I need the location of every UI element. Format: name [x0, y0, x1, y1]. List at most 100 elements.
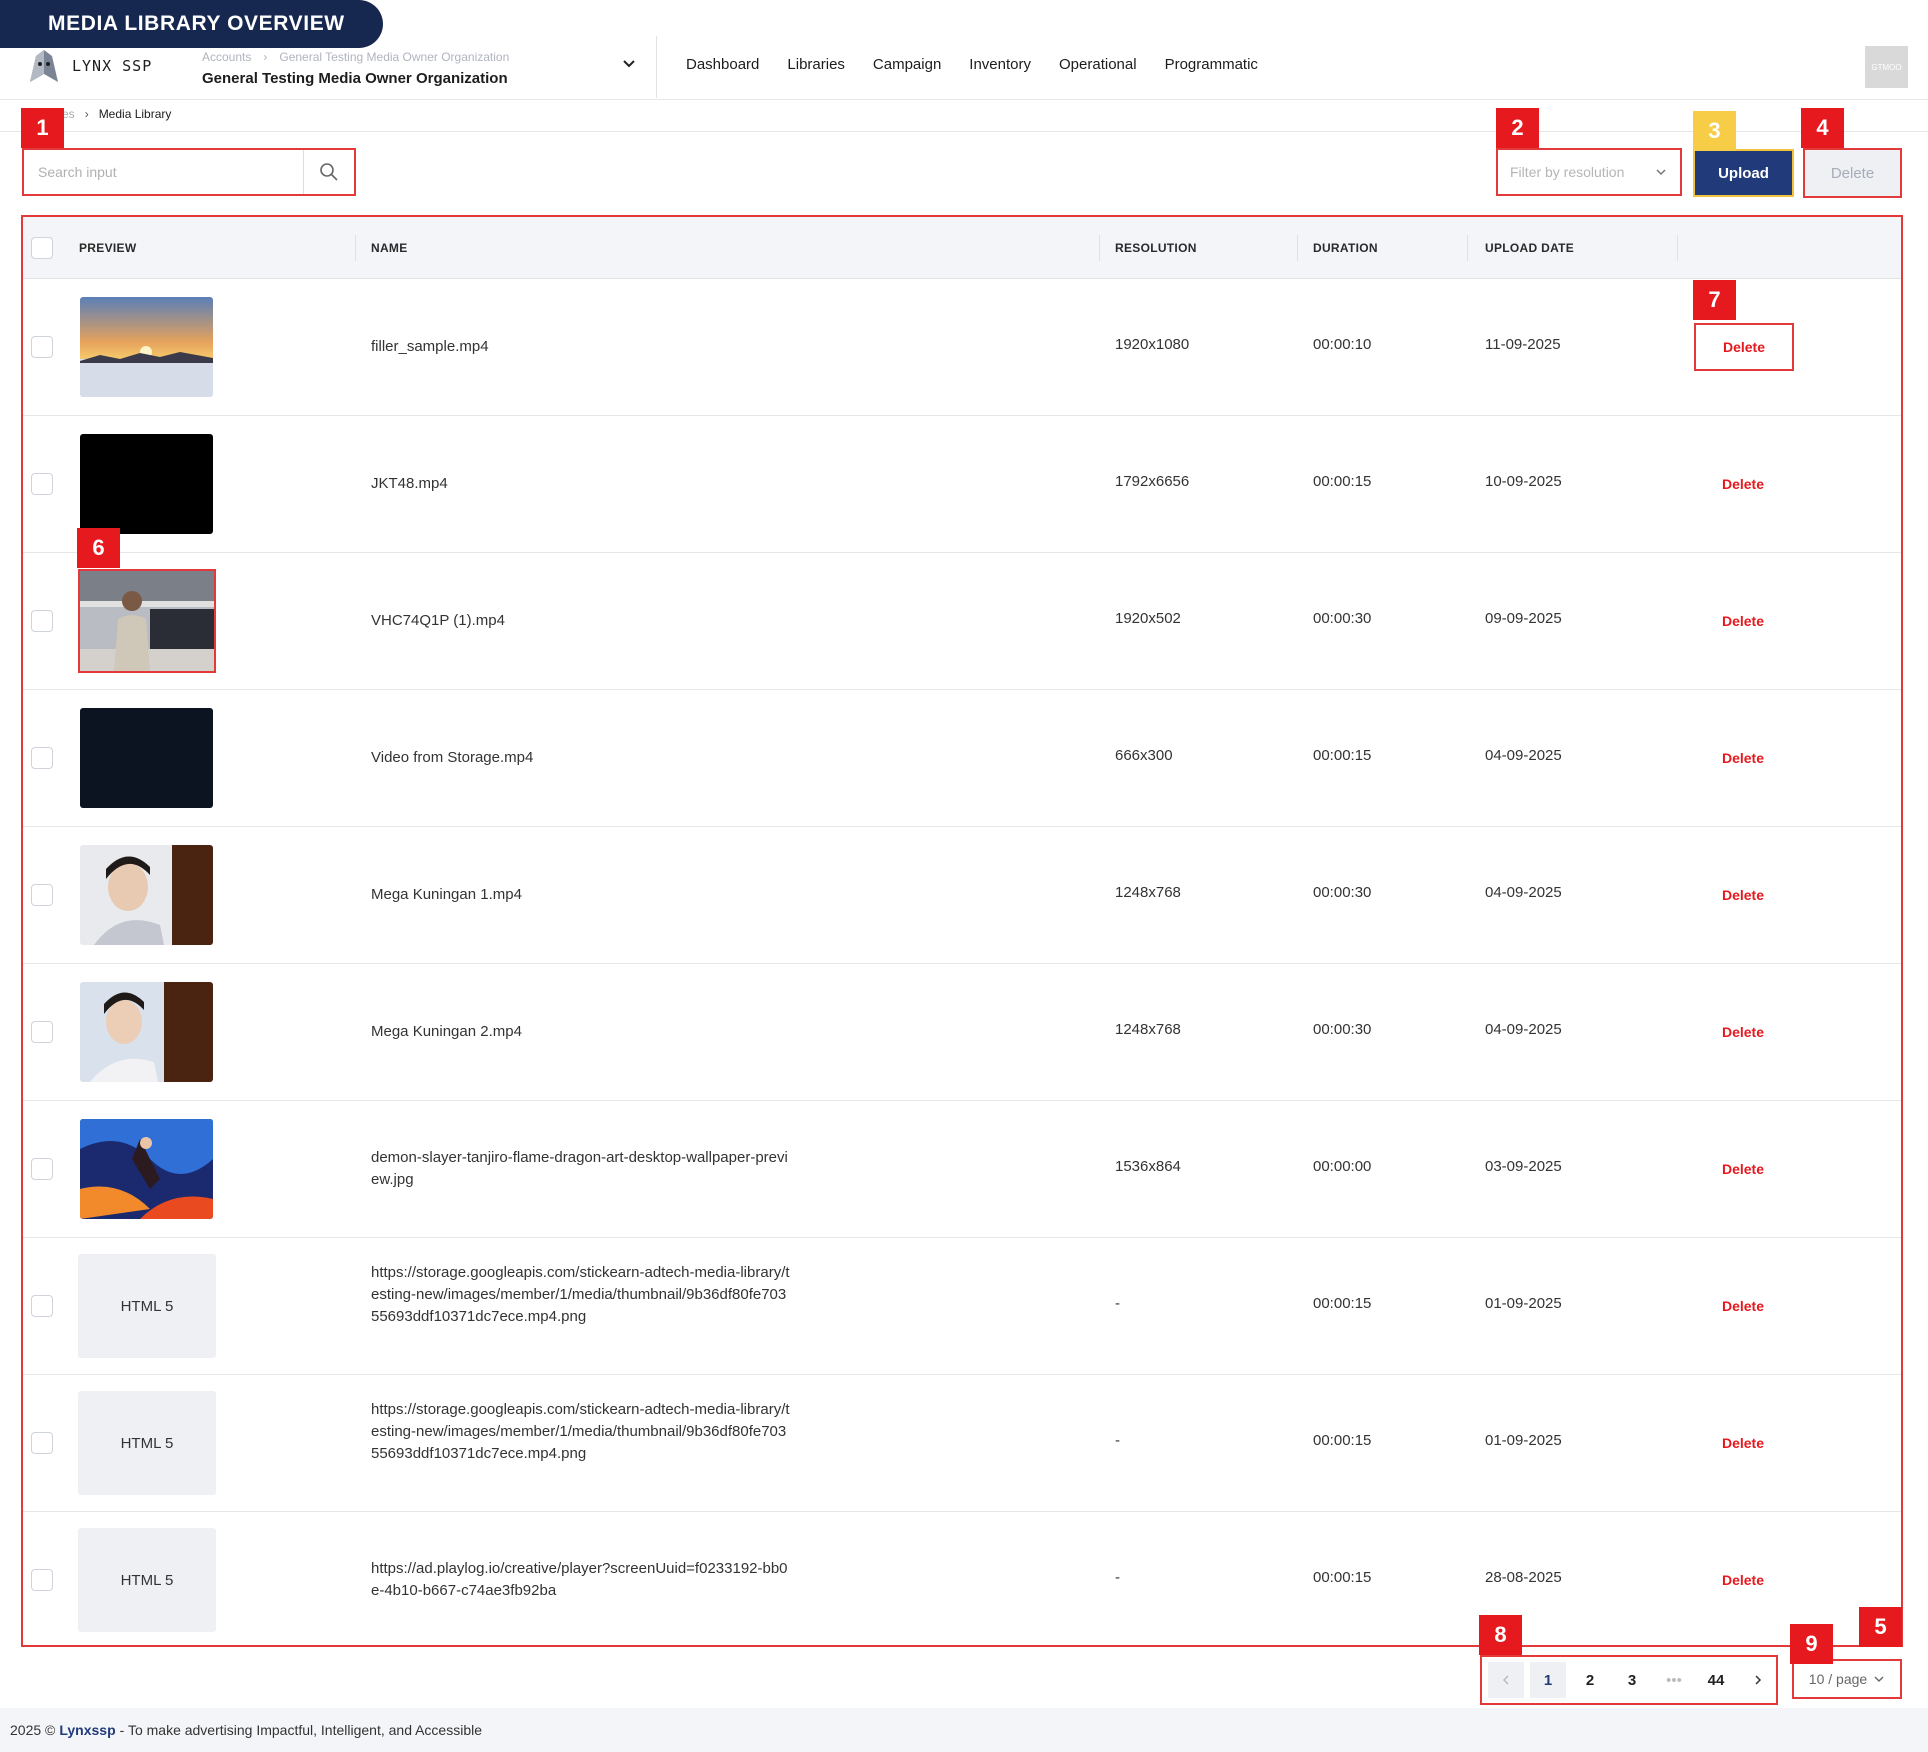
- prev-page-button[interactable]: [1488, 1662, 1524, 1698]
- next-page-button[interactable]: [1740, 1662, 1776, 1698]
- nav-programmatic[interactable]: Programmatic: [1165, 56, 1258, 73]
- filter-placeholder: Filter by resolution: [1510, 164, 1625, 180]
- row-checkbox[interactable]: [31, 1021, 53, 1043]
- page-button-1[interactable]: 1: [1530, 1662, 1566, 1698]
- annotation-badge-8: 8: [1479, 1615, 1522, 1655]
- page-overlay-title: MEDIA LIBRARY OVERVIEW: [0, 0, 383, 48]
- table-row: Mega Kuningan 2.mp4 1248x768 00:00:30 04…: [23, 964, 1901, 1101]
- media-duration: 00:00:10: [1313, 336, 1372, 353]
- row-checkbox[interactable]: [31, 884, 53, 906]
- header-resolution: RESOLUTION: [1115, 241, 1197, 255]
- header-breadcrumb: Accounts › General Testing Media Owner O…: [202, 50, 642, 64]
- media-name: https://storage.googleapis.com/stickearn…: [371, 1401, 790, 1462]
- media-resolution: 1920x1080: [1115, 336, 1190, 353]
- media-duration: 00:00:15: [1313, 1569, 1372, 1586]
- row-delete-button[interactable]: Delete: [1693, 1556, 1793, 1604]
- resolution-filter-select[interactable]: Filter by resolution: [1496, 148, 1682, 196]
- media-duration: 00:00:15: [1313, 1295, 1372, 1312]
- preview-thumbnail[interactable]: [78, 569, 216, 673]
- footer-brand-link[interactable]: Lynxssp: [59, 1722, 115, 1738]
- nav-libraries[interactable]: Libraries: [787, 56, 845, 73]
- breadcrumb-current: Media Library: [98, 107, 172, 121]
- row-checkbox[interactable]: [31, 1295, 53, 1317]
- header-preview: PREVIEW: [79, 241, 137, 255]
- table-row: VHC74Q1P (1).mp4 1920x502 00:00:30 09-09…: [23, 553, 1901, 690]
- row-delete-button[interactable]: Delete: [1693, 1419, 1793, 1467]
- table-row: JKT48.mp4 1792x6656 00:00:15 10-09-2025 …: [23, 416, 1901, 553]
- preview-thumbnail[interactable]: [80, 434, 213, 534]
- html5-preview[interactable]: HTML 5: [78, 1528, 216, 1632]
- org-switcher[interactable]: Accounts › General Testing Media Owner O…: [202, 50, 642, 87]
- footer-tagline: - To make advertising Impactful, Intelli…: [119, 1722, 483, 1738]
- media-upload-date: 01-09-2025: [1485, 1432, 1562, 1449]
- row-checkbox[interactable]: [31, 610, 53, 632]
- media-duration: 00:00:15: [1313, 1432, 1372, 1449]
- search-button[interactable]: [304, 150, 354, 194]
- media-duration: 00:00:30: [1313, 1021, 1372, 1038]
- breadcrumb: es › Media Library: [62, 107, 171, 121]
- row-checkbox[interactable]: [31, 1432, 53, 1454]
- media-duration: 00:00:30: [1313, 610, 1372, 627]
- preview-thumbnail[interactable]: [80, 1119, 213, 1219]
- row-checkbox[interactable]: [31, 1158, 53, 1180]
- media-name: JKT48.mp4: [371, 475, 448, 492]
- row-delete-button[interactable]: Delete: [1693, 734, 1793, 782]
- row-delete-button[interactable]: Delete: [1693, 1145, 1793, 1193]
- html5-preview[interactable]: HTML 5: [78, 1391, 216, 1495]
- row-checkbox[interactable]: [31, 336, 53, 358]
- chevron-down-icon: [1874, 1676, 1884, 1682]
- nav-dashboard[interactable]: Dashboard: [686, 56, 759, 73]
- column-divider: [1677, 235, 1678, 261]
- media-resolution: -: [1115, 1569, 1120, 1586]
- row-delete-button[interactable]: Delete: [1693, 871, 1793, 919]
- breadcrumb-bar: [0, 100, 1928, 132]
- footer-year: 2025 ©: [10, 1722, 56, 1738]
- media-name: Video from Storage.mp4: [371, 749, 534, 766]
- preview-thumbnail[interactable]: [80, 982, 213, 1082]
- row-delete-button[interactable]: Delete: [1693, 460, 1793, 508]
- crumb-org[interactable]: General Testing Media Owner Organization: [279, 50, 509, 64]
- chevron-right-icon: ›: [84, 107, 89, 121]
- chevron-down-icon: [1656, 169, 1666, 176]
- avatar[interactable]: GTMOO: [1865, 46, 1908, 88]
- row-checkbox[interactable]: [31, 747, 53, 769]
- row-delete-button[interactable]: Delete: [1693, 1282, 1793, 1330]
- row-delete-button[interactable]: Delete: [1693, 1008, 1793, 1056]
- row-delete-button[interactable]: Delete: [1694, 323, 1794, 371]
- lynx-logo-icon: [24, 46, 64, 86]
- bulk-delete-button[interactable]: Delete: [1803, 148, 1902, 198]
- crumb-accounts[interactable]: Accounts: [202, 50, 251, 64]
- column-divider: [355, 235, 356, 261]
- html5-preview[interactable]: HTML 5: [78, 1254, 216, 1358]
- media-duration: 00:00:00: [1313, 1158, 1372, 1175]
- header-name: NAME: [371, 241, 408, 255]
- row-delete-button[interactable]: Delete: [1693, 597, 1793, 645]
- preview-thumbnail[interactable]: [80, 708, 213, 808]
- nav-inventory[interactable]: Inventory: [969, 56, 1031, 73]
- search-input[interactable]: Search input: [24, 150, 304, 194]
- page-size-select[interactable]: 10 / page: [1792, 1659, 1902, 1699]
- preview-thumbnail[interactable]: [80, 297, 213, 397]
- org-name: General Testing Media Owner Organization: [202, 70, 508, 87]
- header-divider: [656, 36, 657, 98]
- row-checkbox[interactable]: [31, 473, 53, 495]
- page-button-3[interactable]: 3: [1614, 1662, 1650, 1698]
- nav-operational[interactable]: Operational: [1059, 56, 1137, 73]
- page-button-2[interactable]: 2: [1572, 1662, 1608, 1698]
- media-resolution: 1920x502: [1115, 610, 1181, 627]
- preview-thumbnail[interactable]: [80, 845, 213, 945]
- chevron-right-icon: ›: [263, 50, 268, 64]
- nav-campaign[interactable]: Campaign: [873, 56, 941, 73]
- upload-button[interactable]: Upload: [1693, 149, 1794, 197]
- select-all-checkbox[interactable]: [31, 237, 53, 259]
- column-divider: [1099, 235, 1100, 261]
- media-name: filler_sample.mp4: [371, 338, 489, 355]
- search-icon: [320, 163, 338, 181]
- annotation-badge-4: 4: [1801, 108, 1844, 148]
- app-logo[interactable]: LYNX SSP: [24, 46, 152, 86]
- row-checkbox[interactable]: [31, 1569, 53, 1591]
- chevron-left-icon: [1502, 1675, 1509, 1685]
- page-button-44[interactable]: 44: [1698, 1662, 1734, 1698]
- chevron-down-icon[interactable]: [620, 54, 638, 72]
- page-ellipsis[interactable]: •••: [1656, 1662, 1692, 1698]
